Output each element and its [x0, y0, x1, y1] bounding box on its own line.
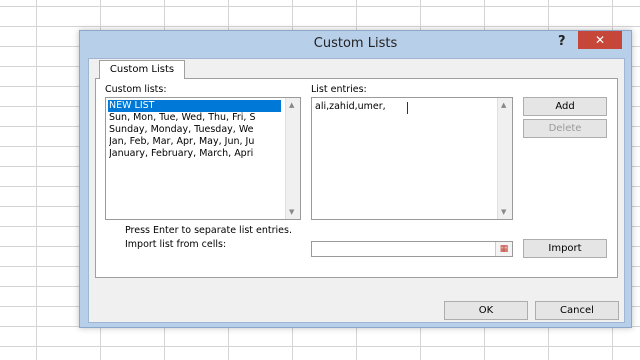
cancel-button[interactable]: Cancel: [535, 301, 619, 320]
title-bar[interactable]: Custom Lists ? ✕: [80, 31, 631, 57]
list-item[interactable]: Jan, Feb, Mar, Apr, May, Jun, Ju: [109, 136, 281, 148]
list-item[interactable]: Sunday, Monday, Tuesday, We: [109, 124, 281, 136]
import-list-label: Import list from cells:: [125, 239, 227, 250]
ok-button[interactable]: OK: [444, 301, 528, 320]
list-entries-label: List entries:: [311, 84, 367, 95]
add-button[interactable]: Add: [523, 97, 607, 116]
custom-lists-label: Custom lists:: [105, 84, 167, 95]
tab-custom-lists[interactable]: Custom Lists: [99, 60, 185, 79]
import-button[interactable]: Import: [523, 239, 607, 258]
chevron-up-icon[interactable]: ▲: [501, 101, 506, 109]
custom-lists-listbox[interactable]: NEW LIST Sun, Mon, Tue, Wed, Thu, Fri, S…: [105, 97, 301, 220]
custom-lists-dialog: Custom Lists ? ✕ Custom Lists Custom lis…: [79, 30, 632, 328]
help-icon[interactable]: ?: [558, 34, 566, 49]
chevron-up-icon[interactable]: ▲: [289, 101, 294, 109]
dialog-body: Custom Lists Custom lists: NEW LIST Sun,…: [88, 58, 625, 323]
tab-panel: Custom lists: NEW LIST Sun, Mon, Tue, We…: [95, 78, 618, 278]
import-range-input[interactable]: ▦: [311, 241, 513, 257]
range-picker-icon[interactable]: ▦: [495, 242, 512, 256]
list-entries-scrollbar[interactable]: ▲ ▼: [497, 98, 512, 219]
chevron-down-icon[interactable]: ▼: [289, 208, 294, 216]
custom-lists-scrollbar[interactable]: ▲ ▼: [285, 98, 300, 219]
list-entries-textarea[interactable]: ali,zahid,umer, ▲ ▼: [311, 97, 513, 220]
text-cursor: [407, 102, 408, 114]
hint-text: Press Enter to separate list entries.: [125, 225, 292, 236]
list-entries-value: ali,zahid,umer,: [315, 101, 386, 112]
delete-button[interactable]: Delete: [523, 119, 607, 138]
chevron-down-icon[interactable]: ▼: [501, 208, 506, 216]
dialog-title: Custom Lists: [313, 36, 398, 51]
list-item[interactable]: NEW LIST: [108, 100, 281, 112]
list-item[interactable]: Sun, Mon, Tue, Wed, Thu, Fri, S: [109, 112, 281, 124]
close-button[interactable]: ✕: [578, 31, 622, 49]
list-item[interactable]: January, February, March, Apri: [109, 148, 281, 160]
